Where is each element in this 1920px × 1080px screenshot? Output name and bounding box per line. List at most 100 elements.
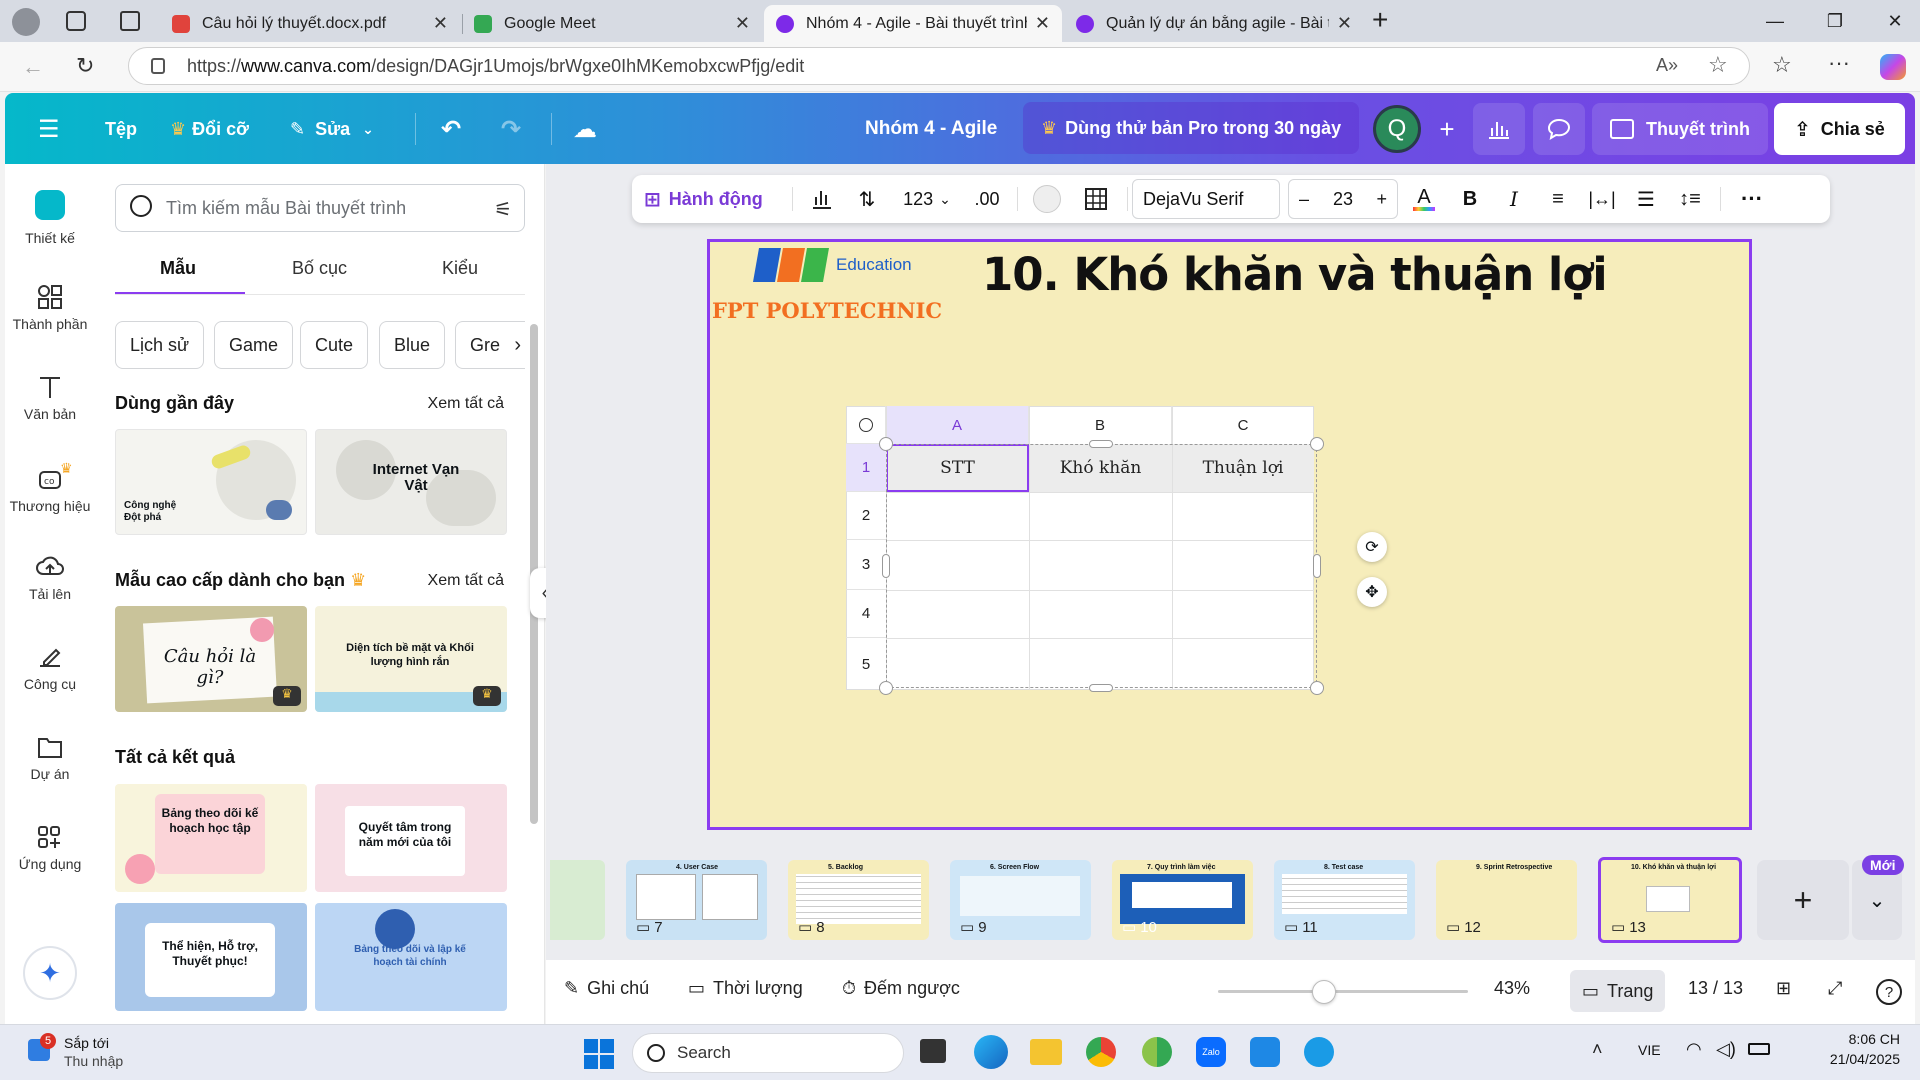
rail-tools[interactable]: Công cụ [5, 644, 95, 692]
chip-blue[interactable]: Blue [379, 321, 446, 369]
app-icon[interactable] [1304, 1037, 1334, 1067]
resize-handle[interactable] [879, 681, 893, 695]
zoom-slider-thumb[interactable] [1312, 980, 1336, 1004]
template-thumb-result-3[interactable]: Thể hiện, Hỗ trợ, Thuyết phục! [115, 903, 307, 1011]
battery-icon[interactable] [1748, 1043, 1770, 1055]
column-header-a[interactable]: A [886, 406, 1029, 444]
resize-button[interactable]: ♛ Đổi cỡ [170, 111, 249, 147]
template-search-input[interactable]: Tìm kiếm mẫu Bài thuyết trình ⚟ [115, 184, 525, 232]
browser-tab-agile[interactable]: Quản lý dự án bằng agile - Bài thu ✕ [1064, 5, 1364, 42]
resize-handle[interactable] [1089, 684, 1113, 692]
new-tab-button[interactable]: + [1372, 4, 1388, 36]
clock-time[interactable]: 8:06 CH [1800, 1031, 1900, 1047]
chevron-right-icon[interactable]: › [514, 334, 521, 357]
chip-game[interactable]: Game [214, 321, 294, 369]
file-menu-button[interactable]: Tệp [105, 111, 137, 147]
undo-button[interactable]: ↶ [441, 111, 461, 147]
help-icon[interactable]: ? [1876, 979, 1902, 1005]
file-explorer-icon[interactable] [1030, 1039, 1062, 1065]
template-thumb-premium-1[interactable]: Câu hỏi là gì? ♛ [115, 606, 307, 712]
volume-icon[interactable]: ◁) [1716, 1039, 1736, 1060]
widgets-button[interactable]: 5 Sắp tới Thu nhập [26, 1033, 176, 1073]
row-header[interactable]: 4 [846, 590, 886, 638]
page-thumb-10[interactable]: 7. Quy trình làm việc ▭ 10 [1112, 860, 1253, 940]
actions-button[interactable]: ⊞ Hành động [644, 175, 763, 223]
close-tab-icon[interactable]: ✕ [1035, 13, 1050, 34]
present-button[interactable]: Thuyết trình [1592, 103, 1768, 155]
letter-spacing-icon[interactable]: |↔| [1582, 175, 1622, 223]
workspaces-icon[interactable] [66, 11, 86, 31]
clock-date[interactable]: 21/04/2025 [1780, 1051, 1900, 1067]
move-button[interactable]: ✥ [1357, 577, 1387, 607]
zoom-slider-track[interactable] [1218, 990, 1468, 993]
url-field[interactable]: https://www.canva.com/design/DAGjr1Umojs… [128, 47, 1750, 85]
template-thumb-result-4[interactable]: Bảng theo dõi và lập kế hoạch tài chính [315, 903, 507, 1011]
template-thumb-premium-2[interactable]: Diện tích bề mặt và Khối lượng hình rắn … [315, 606, 507, 712]
chip-green[interactable]: Gre › [455, 321, 525, 369]
line-spacing-icon[interactable]: ↕≡ [1670, 175, 1710, 223]
zoom-level[interactable]: 43% [1494, 978, 1530, 999]
tab-layouts[interactable]: Bố cục [292, 258, 347, 279]
decimals-button[interactable]: .00 [962, 175, 1012, 223]
favorite-star-icon[interactable]: ☆ [1708, 52, 1728, 78]
taskbar-search[interactable]: Search [632, 1033, 904, 1073]
number-format-dropdown[interactable]: 123 ⌄ [892, 175, 962, 223]
tab-styles[interactable]: Kiểu [442, 258, 478, 279]
rail-brand[interactable]: co ♛ Thương hiệu [5, 460, 95, 514]
close-tab-icon[interactable]: ✕ [735, 13, 750, 34]
close-tab-icon[interactable]: ✕ [433, 13, 448, 34]
cell-color-button[interactable] [1025, 175, 1069, 223]
resize-handle[interactable] [1313, 554, 1321, 578]
vscode-icon[interactable] [1250, 1037, 1280, 1067]
chrome-icon[interactable] [1086, 1037, 1116, 1067]
list-icon[interactable]: ☰ [1626, 175, 1666, 223]
more-options-icon[interactable]: ··· [1730, 175, 1774, 223]
insights-button[interactable] [1473, 103, 1525, 155]
rail-elements[interactable]: Thành phần [5, 284, 95, 332]
rail-apps[interactable]: Ứng dụng [5, 824, 95, 872]
italic-button[interactable]: I [1494, 175, 1534, 223]
template-thumb-result-1[interactable]: Bảng theo dõi kế hoạch học tập [115, 784, 307, 892]
text-color-button[interactable]: A [1404, 175, 1444, 223]
chip-cute[interactable]: Cute [300, 321, 369, 369]
column-header-c[interactable]: C [1172, 406, 1314, 444]
rail-uploads[interactable]: Tải lên [5, 554, 95, 602]
font-size-input[interactable]: 23 [1333, 189, 1353, 210]
profile-icon[interactable] [12, 8, 40, 36]
chrome-profile-icon[interactable] [1142, 1037, 1172, 1067]
comments-button[interactable] [1533, 103, 1585, 155]
invite-plus-button[interactable]: + [1425, 107, 1469, 151]
copilot-icon[interactable] [1880, 54, 1906, 80]
chart-style-icon[interactable] [802, 175, 842, 223]
template-thumb-recent-2[interactable]: Internet Vạn Vật [315, 429, 507, 535]
tray-chevron-icon[interactable]: ˄ [1592, 1039, 1603, 1060]
sort-icon[interactable]: ⇅ [847, 175, 887, 223]
more-menu-icon[interactable]: ··· [1828, 50, 1850, 76]
template-thumb-recent-1[interactable]: Công nghệ Đột phá [115, 429, 307, 535]
page-thumb-13[interactable]: 10. Khó khăn và thuận lợi ▭ 13 [1598, 857, 1742, 943]
table-borders-icon[interactable] [1074, 175, 1118, 223]
read-aloud-icon[interactable]: A» [1656, 55, 1678, 76]
fullscreen-icon[interactable]: ⤢ [1828, 978, 1842, 999]
row-header[interactable]: 1 [846, 444, 886, 492]
template-thumb-result-2[interactable]: Quyết tâm trong năm mới của tôi [315, 784, 507, 892]
cloud-saved-icon[interactable]: ☁ [573, 111, 597, 147]
rail-text[interactable]: Văn bản [5, 374, 95, 422]
pro-trial-button[interactable]: ♛ Dùng thử bản Pro trong 30 ngày [1023, 102, 1360, 154]
page-thumb-9[interactable]: 6. Screen Flow ▭ 9 [950, 860, 1091, 940]
increase-font-button[interactable]: + [1376, 189, 1387, 210]
user-avatar[interactable]: Q [1373, 105, 1421, 153]
browser-tab-pdf[interactable]: Câu hỏi lý thuyết.docx.pdf ✕ [160, 5, 460, 42]
language-indicator[interactable]: VIE [1638, 1042, 1661, 1058]
row-header[interactable]: 2 [846, 492, 886, 540]
edit-menu-button[interactable]: ✎ Sửa ⌄ [290, 111, 374, 147]
browser-tab-meet[interactable]: Google Meet ✕ [462, 5, 762, 42]
browser-tab-canva[interactable]: Nhóm 4 - Agile - Bài thuyết trình ✕ [764, 5, 1062, 42]
resize-handle[interactable] [1089, 440, 1113, 448]
resize-handle[interactable] [879, 437, 893, 451]
back-icon[interactable]: ← [22, 54, 44, 80]
page-view-button[interactable]: ▭ Trang [1570, 970, 1666, 1012]
edge-icon[interactable] [974, 1035, 1008, 1069]
slide-canvas[interactable]: Education FPT POLYTECHNIC 10. Khó khăn v… [707, 239, 1752, 830]
resize-handle[interactable] [1310, 681, 1324, 695]
